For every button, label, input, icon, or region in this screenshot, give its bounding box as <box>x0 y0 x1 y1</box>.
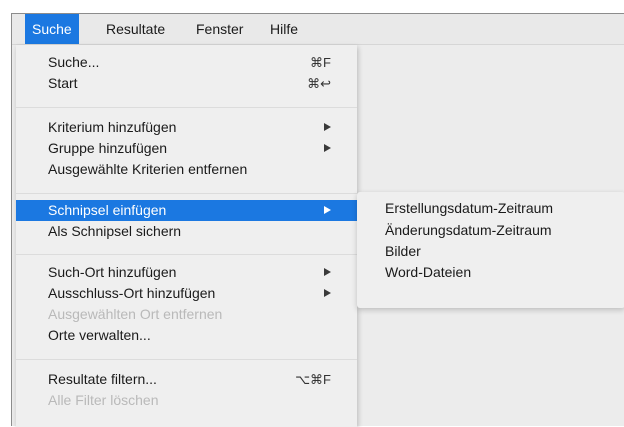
menu-fenster[interactable]: Fenster <box>189 14 250 44</box>
schnipsel-submenu: Erstellungsdatum-Zeitraum Änderungsdatum… <box>357 192 624 308</box>
submenu-arrow-icon <box>324 268 331 276</box>
menu-item-kriterium-hinzufuegen[interactable]: Kriterium hinzufügen <box>16 117 357 138</box>
submenu-arrow-icon <box>324 123 331 131</box>
shortcut-label: ⌥⌘F <box>295 372 331 387</box>
menu-item-label: Orte verwalten... <box>48 327 151 343</box>
submenu-arrow-icon <box>324 289 331 297</box>
submenu-item-erstellungsdatum[interactable]: Erstellungsdatum-Zeitraum <box>357 198 624 219</box>
shortcut-label: ⌘↩ <box>307 76 331 91</box>
menu-item-label: Schnipsel einfügen <box>48 202 167 218</box>
menu-item-als-schnipsel-sichern[interactable]: Als Schnipsel sichern <box>16 221 357 242</box>
menu-item-label: Suche... <box>48 54 100 70</box>
menu-separator <box>16 254 357 255</box>
menu-item-label: Kriterium hinzufügen <box>48 119 177 135</box>
menu-bar: Suche Resultate Fenster Hilfe <box>12 14 624 45</box>
menu-item-label: Such-Ort hinzufügen <box>48 264 177 280</box>
menu-item-resultate-filtern[interactable]: Resultate filtern... ⌥⌘F <box>16 369 357 390</box>
menu-item-alle-filter-loeschen: Alle Filter löschen <box>16 390 357 411</box>
menu-item-label: Alle Filter löschen <box>48 392 159 408</box>
menu-item-ort-entfernen: Ausgewählten Ort entfernen <box>16 304 357 325</box>
menu-item-label: Ausgewählten Ort entfernen <box>48 306 223 322</box>
menu-item-orte-verwalten[interactable]: Orte verwalten... <box>16 325 357 346</box>
menu-item-label: Gruppe hinzufügen <box>48 140 168 156</box>
menu-item-suche[interactable]: Suche... ⌘F <box>16 52 357 73</box>
menu-item-label: Als Schnipsel sichern <box>48 223 182 239</box>
menu-item-label: Ausschluss-Ort hinzufügen <box>48 285 216 301</box>
menu-resultate[interactable]: Resultate <box>99 14 172 44</box>
submenu-item-aenderungsdatum[interactable]: Änderungsdatum-Zeitraum <box>357 220 624 241</box>
submenu-item-word-dateien[interactable]: Word-Dateien <box>357 262 624 283</box>
menu-item-ausschluss-ort-hinzufuegen[interactable]: Ausschluss-Ort hinzufügen <box>16 283 357 304</box>
menu-item-label: Ausgewählte Kriterien entfernen <box>48 161 248 177</box>
menu-item-schnipsel-einfuegen[interactable]: Schnipsel einfügen <box>16 200 357 221</box>
menu-item-label: Start <box>48 75 78 91</box>
menu-separator <box>16 193 357 194</box>
menu-item-start[interactable]: Start ⌘↩ <box>16 73 357 94</box>
menu-separator <box>16 107 357 108</box>
submenu-arrow-icon <box>324 144 331 152</box>
menu-separator <box>16 359 357 360</box>
submenu-arrow-icon <box>324 206 331 214</box>
menu-item-such-ort-hinzufuegen[interactable]: Such-Ort hinzufügen <box>16 262 357 283</box>
menu-item-label: Resultate filtern... <box>48 371 157 387</box>
menu-suche[interactable]: Suche <box>25 14 79 44</box>
menu-hilfe[interactable]: Hilfe <box>263 14 305 44</box>
menu-item-gruppe-hinzufuegen[interactable]: Gruppe hinzufügen <box>16 138 357 159</box>
shortcut-label: ⌘F <box>310 55 331 70</box>
menu-item-kriterien-entfernen[interactable]: Ausgewählte Kriterien entfernen <box>16 159 357 180</box>
suche-dropdown-menu: Suche... ⌘F Start ⌘↩ Kriterium hinzufüge… <box>16 45 357 427</box>
submenu-item-bilder[interactable]: Bilder <box>357 241 624 262</box>
app-window: Suche Resultate Fenster Hilfe Suche... ⌘… <box>11 13 624 427</box>
